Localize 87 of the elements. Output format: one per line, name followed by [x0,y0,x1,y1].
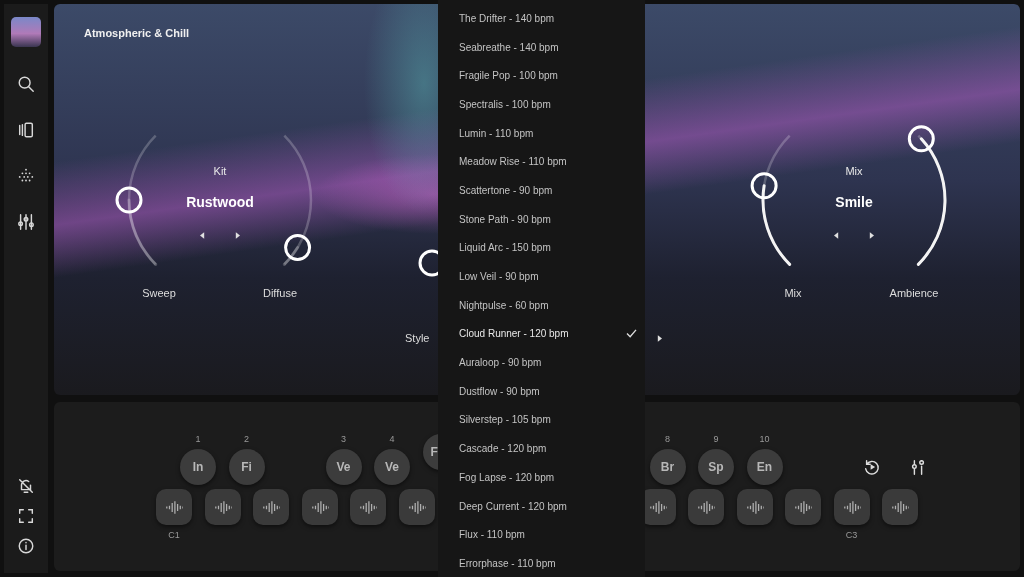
clip-button[interactable] [785,489,821,525]
clip-button[interactable] [301,489,338,525]
waveform-icon [842,500,861,514]
waveform-icon [359,500,377,514]
pad-number: 3 [341,434,346,445]
pad-button[interactable]: In [180,449,216,485]
menu-item[interactable]: Lumin - 110 bpm [438,118,645,148]
pad-button[interactable]: Ve [374,449,410,485]
menu-item[interactable]: Auraloop - 90 bpm [438,348,645,377]
next-arrow-icon[interactable] [869,232,874,239]
clip-button[interactable] [882,489,918,525]
pad-number: 2 [244,434,249,445]
menu-item[interactable]: Low Veil - 90 bpm [438,262,645,291]
sliders-icon[interactable] [17,213,35,231]
preset-title: Atmospheric & Chill [84,27,190,39]
menu-item[interactable]: Liquid Arc - 150 bpm [438,233,645,263]
menu-item[interactable]: Spectralis - 100 bpm [438,90,645,119]
bell-off-icon[interactable] [17,477,35,495]
photo-placeholder[interactable] [11,17,41,47]
knob-label: Diffuse [263,287,297,299]
waveform-icon [165,500,183,514]
pad-number: 10 [759,434,770,445]
selector-label: Mix [844,165,864,177]
clip-button[interactable] [398,489,435,525]
style-label: Style [405,332,430,344]
selector-label: Kit [212,165,228,177]
previous-arrow-icon[interactable] [834,232,839,239]
clip-button[interactable] [204,489,241,525]
menu-item[interactable]: Stone Path - 90 bpm [438,204,645,234]
pad-button[interactable]: En [746,449,783,485]
knob-label: Ambience [889,287,939,299]
menu-item[interactable]: Deep Current - 120 bpm [438,491,645,521]
search-icon[interactable] [17,75,35,93]
selector-value: Smile [834,194,874,210]
next-arrow-icon[interactable] [657,335,662,342]
knob-label: Sweep [142,287,176,299]
pad-number: 8 [665,434,670,445]
menu-item[interactable]: Dustflow - 90 bpm [438,376,645,406]
menu-item[interactable]: The Drifter - 140 bpm [438,4,645,33]
pad-number: 4 [389,434,395,445]
clip-button[interactable] [833,489,870,525]
previous-arrow-icon[interactable] [200,232,205,239]
replay-icon[interactable] [862,458,881,476]
menu-item[interactable]: Cloud Runner - 120 bpm [438,319,645,349]
clip-button[interactable] [688,489,724,525]
pad-button[interactable]: Sp [698,449,734,485]
menu-item[interactable]: Meadow Rise - 110 bpm [438,147,645,177]
menu-item[interactable]: Nightpulse - 60 bpm [438,290,645,320]
pad-number: 1 [195,434,201,445]
clip-button[interactable] [350,489,386,525]
menu-item[interactable]: Fragile Pop - 100 bpm [438,61,645,91]
menu-item[interactable]: Flux - 110 bpm [438,520,645,550]
waveform-icon [213,500,232,514]
menu-item[interactable]: Scattertone - 90 bpm [438,176,645,205]
clip-button[interactable] [156,489,192,525]
clip-caption: C1 [168,530,180,540]
knob-label: Mix [784,287,802,299]
slider-thumb[interactable] [115,186,143,214]
menu-item[interactable]: Errorphase - 110 bpm [438,549,645,577]
pad-button[interactable]: Ve [325,449,362,485]
slider-thumb[interactable] [907,125,935,153]
waveform-icon [407,500,426,514]
slider-thumb[interactable] [750,172,778,200]
waveform-icon [745,500,764,514]
check-icon [626,329,637,339]
clip-caption: C3 [845,530,858,540]
menu-item[interactable]: Silverstep - 105 bpm [438,405,645,435]
panels-icon[interactable] [17,121,35,139]
pad-button[interactable]: Br [649,449,686,485]
clip-button[interactable] [736,489,773,525]
waveform-icon [648,500,667,514]
pad-button[interactable]: Fi [228,449,265,485]
waveform-icon [262,500,280,514]
waveform-icon [697,500,715,514]
clip-button[interactable] [253,489,289,525]
fullscreen-icon[interactable] [17,507,35,525]
waveform-icon [310,500,329,514]
pad-number: 9 [713,434,719,445]
menu-item[interactable]: Fog Lapse - 120 bpm [438,463,645,492]
waveform-icon [891,500,909,514]
info-icon[interactable] [17,537,35,555]
slider-thumb[interactable] [284,234,312,262]
selector-value: Rustwood [185,194,255,210]
menu-item[interactable]: Cascade - 120 bpm [438,434,645,463]
waveform-icon [794,500,812,514]
next-arrow-icon[interactable] [235,232,240,239]
menu-item[interactable]: Seabreathe - 140 bpm [438,32,645,62]
